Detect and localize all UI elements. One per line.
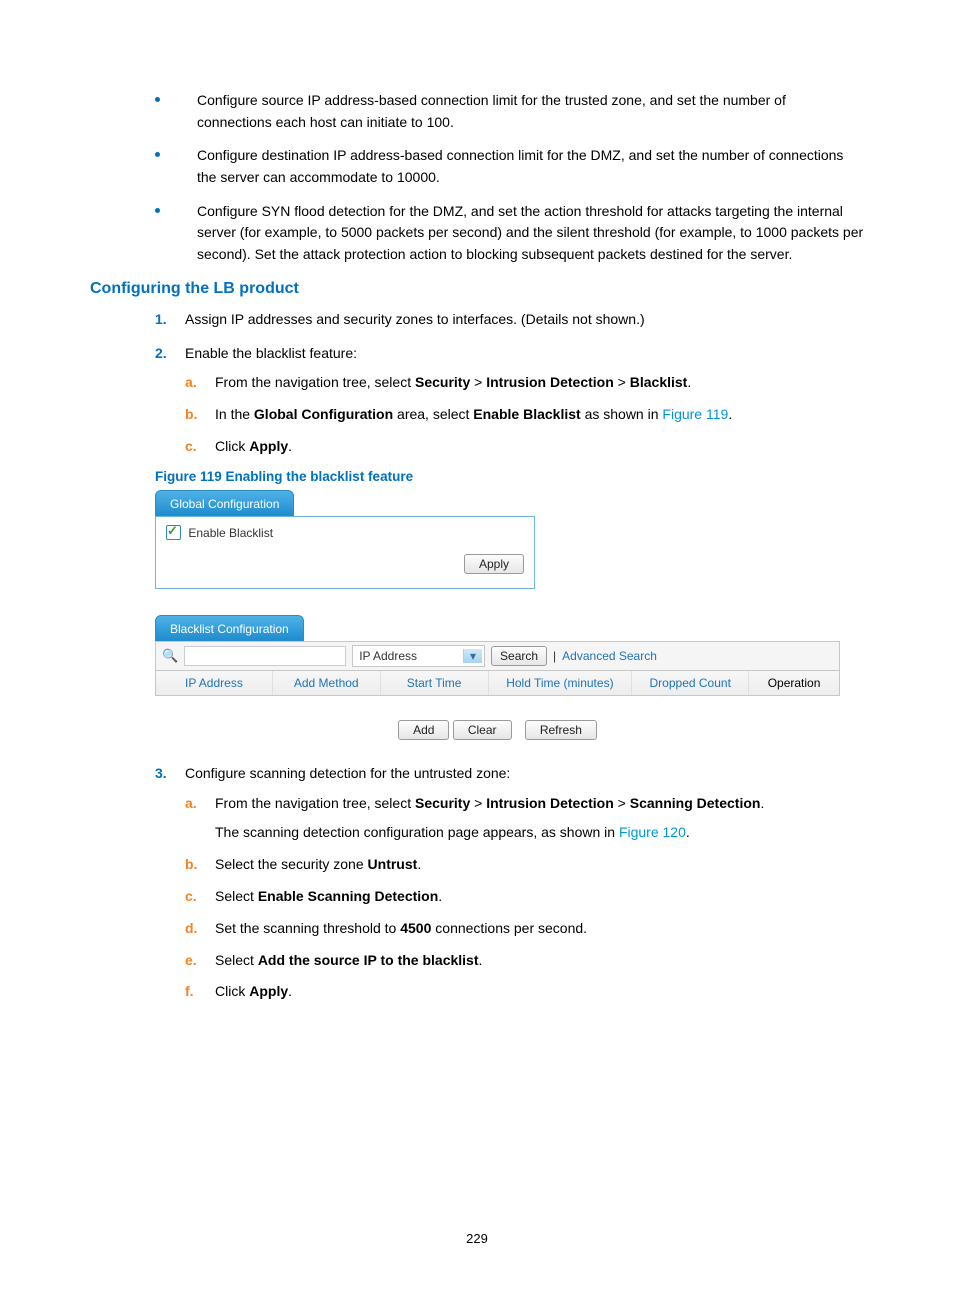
refresh-button[interactable]: Refresh — [525, 720, 597, 740]
col-op: Operation — [749, 671, 839, 695]
figure-link[interactable]: Figure 119 — [662, 406, 728, 422]
clear-button[interactable]: Clear — [453, 720, 512, 740]
section-heading: Configuring the LB product — [90, 280, 864, 298]
step-2c: c. Click Apply. — [185, 435, 864, 459]
col-ip: IP Address — [156, 671, 273, 695]
enable-blacklist-checkbox[interactable] — [166, 525, 181, 540]
step-1: 1. Assign IP addresses and security zone… — [155, 308, 864, 332]
step-3e: e. Select Add the source IP to the black… — [185, 949, 864, 973]
step-2: 2. Enable the blacklist feature: a. From… — [155, 342, 864, 459]
chevron-down-icon: ▾ — [463, 649, 482, 663]
global-config-panel: Enable Blacklist Apply — [155, 516, 535, 589]
search-icon: 🔍 — [162, 648, 178, 664]
add-button[interactable]: Add — [398, 720, 449, 740]
step-2b: b. In the Global Configuration area, sel… — [185, 403, 864, 427]
step-3f: f. Click Apply. — [185, 980, 864, 1004]
tab-blacklist-config[interactable]: Blacklist Configuration — [155, 615, 304, 641]
search-button[interactable]: Search — [491, 646, 547, 666]
step-3d: d. Set the scanning threshold to 4500 co… — [185, 917, 864, 941]
search-input[interactable] — [184, 646, 346, 666]
step-text: Configure scanning detection for the unt… — [185, 765, 510, 781]
step-3b: b. Select the security zone Untrust. — [185, 853, 864, 877]
enable-blacklist-label: Enable Blacklist — [188, 526, 273, 540]
col-dropped: Dropped Count — [632, 671, 749, 695]
bullet-item: Configure destination IP address-based c… — [155, 145, 864, 188]
figure-link[interactable]: Figure 120 — [619, 824, 686, 840]
step-text: Enable the blacklist feature: — [185, 345, 357, 361]
col-start: Start Time — [381, 671, 489, 695]
page-number: 229 — [0, 1231, 954, 1246]
col-hold: Hold Time (minutes) — [489, 671, 633, 695]
step-3: 3. Configure scanning detection for the … — [155, 762, 864, 1004]
step-2a: a. From the navigation tree, select Secu… — [185, 371, 864, 395]
figure-caption: Figure 119 Enabling the blacklist featur… — [155, 469, 864, 484]
figure-119: Global Configuration Enable Blacklist Ap… — [155, 490, 840, 740]
step-3a: a. From the navigation tree, select Secu… — [185, 792, 864, 846]
col-method: Add Method — [273, 671, 381, 695]
bullet-list: Configure source IP address-based connec… — [155, 90, 864, 266]
blacklist-table-header: IP Address Add Method Start Time Hold Ti… — [155, 671, 840, 696]
bullet-item: Configure source IP address-based connec… — [155, 90, 864, 133]
tab-global-config[interactable]: Global Configuration — [155, 490, 294, 516]
button-row: Add Clear Refresh — [155, 720, 840, 740]
search-row: 🔍 IP Address ▾ Search | Advanced Search — [155, 641, 840, 671]
bullet-item: Configure SYN flood detection for the DM… — [155, 201, 864, 266]
filter-dropdown[interactable]: IP Address ▾ — [352, 645, 485, 667]
advanced-search-link[interactable]: Advanced Search — [562, 649, 657, 663]
step-text: Assign IP addresses and security zones t… — [185, 311, 645, 327]
step-3c: c. Select Enable Scanning Detection. — [185, 885, 864, 909]
apply-button[interactable]: Apply — [464, 554, 524, 574]
